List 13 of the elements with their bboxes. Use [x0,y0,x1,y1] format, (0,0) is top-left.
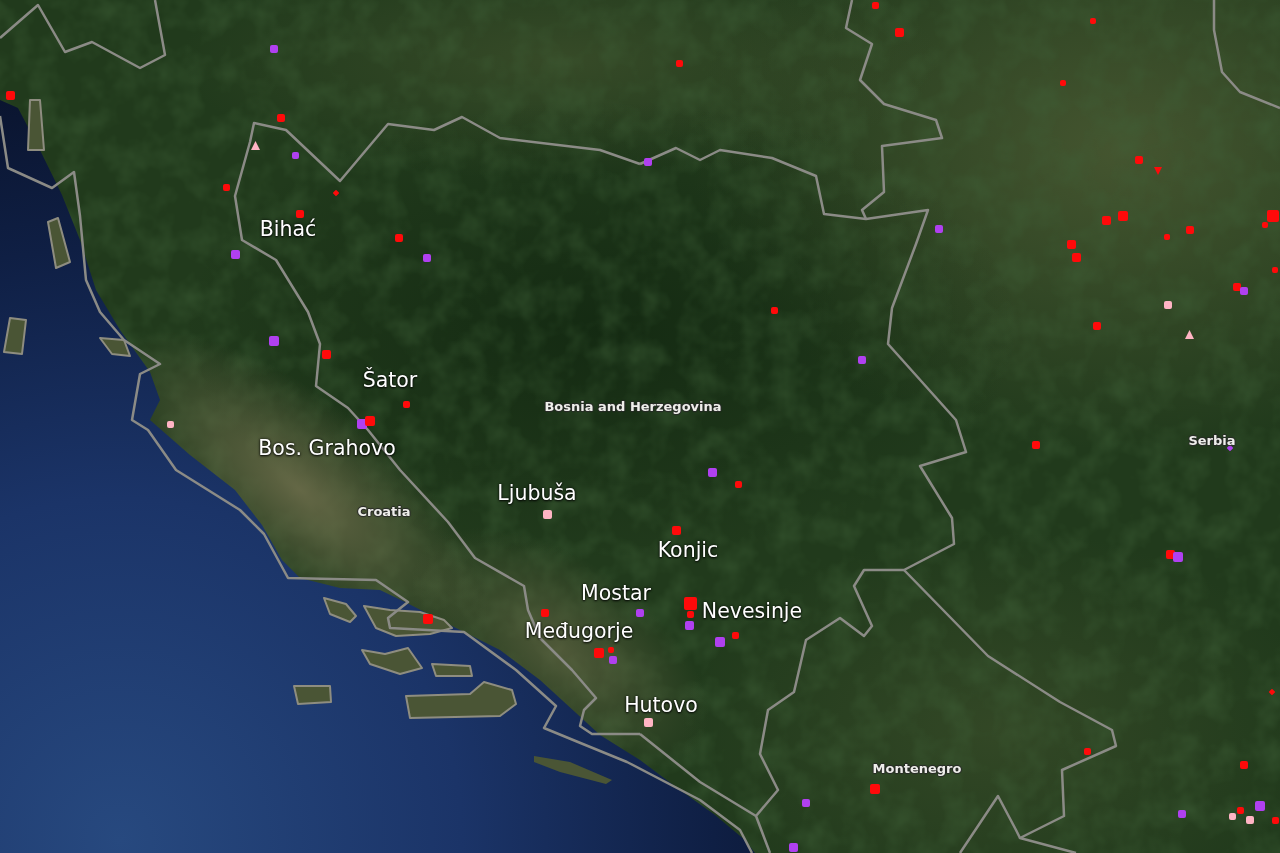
country-label: Bosnia and Herzegovina [544,399,722,415]
country-label: Serbia [1188,433,1236,449]
city-label: Konjic [657,537,719,563]
city-label: Bihać [259,216,317,242]
country-label: Croatia [357,504,411,520]
city-label: Ljubuša [497,480,577,506]
city-label: Bos. Grahovo [258,435,396,461]
city-label: Mostar [581,580,651,606]
city-label: Nevesinje [701,598,803,624]
city-label: Šator [362,367,418,393]
city-label: Međugorje [524,618,634,644]
city-label: Hutovo [624,692,698,718]
country-label: Montenegro [872,761,962,777]
